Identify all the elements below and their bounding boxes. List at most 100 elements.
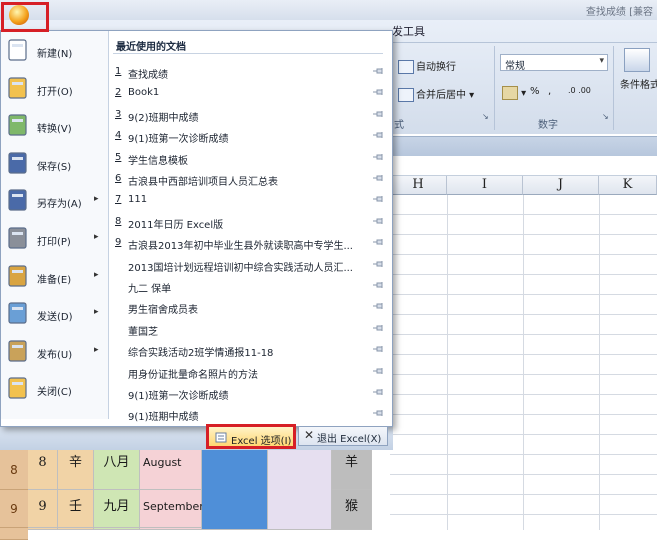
recent-document-item[interactable]: 9(1)班期中成绩: [115, 403, 385, 424]
menu-item-4[interactable]: 另存为(A) ▸: [1, 183, 108, 219]
pin-icon[interactable]: [372, 258, 384, 270]
recent-document-number: 8: [115, 215, 122, 227]
cell[interactable]: 猴: [332, 490, 372, 530]
cell[interactable]: 9: [28, 490, 58, 528]
pin-icon[interactable]: [372, 322, 384, 334]
conditional-format-button[interactable]: 条件格式: [620, 76, 657, 91]
cell[interactable]: 八月: [94, 450, 140, 490]
submenu-arrow-icon: ▸: [94, 194, 99, 205]
pin-icon[interactable]: [372, 108, 384, 120]
menu-item-5[interactable]: 打印(P) ▸: [1, 221, 108, 257]
cell[interactable]: 九月: [94, 490, 140, 528]
pin-icon[interactable]: [372, 65, 384, 77]
group-number-label: 数字: [538, 120, 558, 131]
recent-document-item[interactable]: 5 学生信息模板: [115, 147, 385, 168]
cell[interactable]: 羊: [332, 450, 372, 490]
dialog-launcher-icon[interactable]: ↘: [482, 112, 489, 121]
cell[interactable]: August: [140, 450, 202, 490]
row-header[interactable]: 9: [0, 490, 28, 528]
recent-document-number: 7: [115, 194, 122, 206]
menu-item-7[interactable]: 发送(D) ▸: [1, 296, 108, 332]
menu-item-3[interactable]: 保存(S): [1, 146, 108, 182]
menu-item-label: 准备(E): [37, 274, 72, 286]
recent-document-item[interactable]: 九二 保单: [115, 275, 385, 296]
column-header-i[interactable]: I: [447, 175, 523, 195]
currency-button[interactable]: ▾: [502, 86, 526, 100]
cell[interactable]: September: [140, 490, 204, 528]
percent-button[interactable]: %: [530, 86, 540, 97]
exit-excel-button[interactable]: ✕ 退出 Excel(X): [298, 426, 388, 446]
cell[interactable]: 8: [28, 450, 58, 490]
pin-icon[interactable]: [372, 365, 384, 377]
worksheet-grid[interactable]: [390, 195, 657, 530]
dialog-launcher-icon[interactable]: ↘: [602, 112, 609, 121]
office-button[interactable]: [9, 5, 29, 25]
submenu-arrow-icon: ▸: [94, 307, 99, 318]
recent-document-name: 9(1)班期中成绩: [128, 412, 199, 424]
menu-item-9[interactable]: 关闭(C): [1, 371, 108, 407]
row-header[interactable]: 8: [0, 450, 28, 490]
menu-item-0[interactable]: 新建(N): [1, 33, 108, 69]
menu-item-8[interactable]: 发布(U) ▸: [1, 334, 108, 370]
number-format-select[interactable]: 常规 ▾: [500, 54, 608, 72]
recent-document-item[interactable]: 9(1)班第一次诊断成绩: [115, 382, 385, 403]
pin-icon[interactable]: [372, 172, 384, 184]
cell[interactable]: [268, 450, 332, 530]
recent-document-name: 查找成绩: [128, 70, 168, 81]
recent-document-item[interactable]: 用身份证批量命名照片的方法: [115, 361, 385, 382]
print-icon: [5, 225, 31, 251]
menu-item-label: 打开(O): [37, 86, 73, 98]
recent-document-item[interactable]: 7 111: [115, 189, 385, 210]
recent-document-item[interactable]: 2013国培计划远程培训初中综合实践活动人员汇...: [115, 254, 385, 275]
cell[interactable]: [202, 450, 268, 530]
pin-icon[interactable]: [372, 86, 384, 98]
submenu-arrow-icon: ▸: [94, 232, 99, 242]
menu-item-1[interactable]: 打开(O): [1, 71, 108, 107]
excel-options-button[interactable]: Excel 选项(I): [206, 424, 296, 449]
pin-icon[interactable]: [372, 151, 384, 163]
menu-item-label: 新建(N): [37, 49, 73, 60]
menu-item-2[interactable]: 转换(V): [1, 108, 108, 144]
recent-document-item[interactable]: 3 9(2)班期中成绩: [115, 104, 385, 125]
wrap-text-button[interactable]: 自动换行: [398, 58, 456, 74]
pin-icon[interactable]: [372, 407, 384, 419]
menu-item-6[interactable]: 准备(E) ▸: [1, 259, 108, 295]
pin-icon[interactable]: [372, 236, 384, 248]
close-icon: ✕: [304, 428, 315, 442]
pin-icon[interactable]: [372, 129, 384, 141]
comma-button[interactable]: ,: [548, 86, 551, 97]
window-title: 查找成绩 [兼容: [585, 7, 653, 18]
recent-document-item[interactable]: 4 9(1)班第一次诊断成绩: [115, 125, 385, 146]
recent-document-name: 9(1)班第一次诊断成绩: [128, 391, 229, 402]
recent-document-item[interactable]: 综合实践活动2班学情通报11-18: [115, 339, 385, 360]
merge-center-button[interactable]: 合并后居中 ▾: [398, 86, 474, 102]
column-header-j[interactable]: J: [523, 175, 599, 195]
column-header-k[interactable]: K: [599, 175, 657, 195]
decimal-button[interactable]: .0 .00: [568, 86, 591, 95]
save-as-icon: [5, 187, 31, 213]
recent-document-item[interactable]: 9 古浪县2013年初中毕业生县外就读职高中专学生...: [115, 232, 385, 253]
recent-document-item[interactable]: 2 Book1: [115, 82, 385, 103]
pin-icon[interactable]: [372, 300, 384, 312]
recent-document-item[interactable]: 1 查找成绩: [115, 61, 385, 82]
recent-document-name: 2011年日历 Excel版: [128, 219, 224, 231]
recent-document-item[interactable]: 8 2011年日历 Excel版: [115, 211, 385, 232]
pin-icon[interactable]: [372, 386, 384, 398]
divider: [113, 53, 383, 54]
recent-document-item[interactable]: 董国芝: [115, 318, 385, 339]
submenu-arrow-icon: ▸: [94, 269, 99, 280]
pin-icon[interactable]: [372, 215, 384, 227]
tab-developer[interactable]: 发工具: [392, 23, 425, 39]
send-icon: [5, 300, 31, 326]
recent-document-item[interactable]: 6 古浪县中西部培训项目人员汇总表: [115, 168, 385, 189]
pin-icon[interactable]: [372, 193, 384, 205]
pin-icon[interactable]: [372, 279, 384, 291]
column-header-h[interactable]: H: [390, 175, 447, 195]
recent-document-item[interactable]: 男生宿舍成员表: [115, 296, 385, 317]
pin-icon[interactable]: [372, 343, 384, 355]
options-icon: [215, 432, 227, 443]
cell[interactable]: 壬: [58, 490, 94, 528]
open-folder-icon: [5, 75, 31, 101]
cell[interactable]: 辛: [58, 450, 94, 490]
menu-item-label: 另存为(A): [37, 199, 82, 211]
